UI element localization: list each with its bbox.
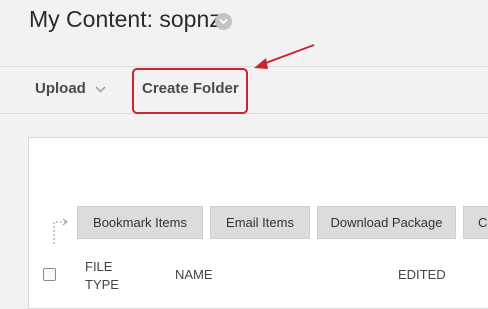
annotation-highlight-box: [132, 68, 248, 114]
column-header-edited[interactable]: EDITED: [398, 267, 446, 282]
download-package-button[interactable]: Download Package: [317, 206, 456, 239]
page-title: My Content: sopnz: [29, 6, 221, 32]
upload-button[interactable]: Upload: [35, 80, 86, 97]
bookmark-items-button[interactable]: Bookmark Items: [77, 206, 203, 239]
column-header-file-type[interactable]: FILE TYPE: [85, 258, 125, 294]
chevron-down-icon[interactable]: [95, 86, 106, 93]
toolbar-button-truncated[interactable]: Co: [463, 206, 488, 239]
column-header-name[interactable]: NAME: [175, 267, 213, 282]
select-all-checkbox[interactable]: [43, 268, 56, 281]
chevron-down-icon[interactable]: [215, 13, 232, 30]
email-items-button[interactable]: Email Items: [210, 206, 310, 239]
corner-arrow-icon: [53, 218, 68, 244]
